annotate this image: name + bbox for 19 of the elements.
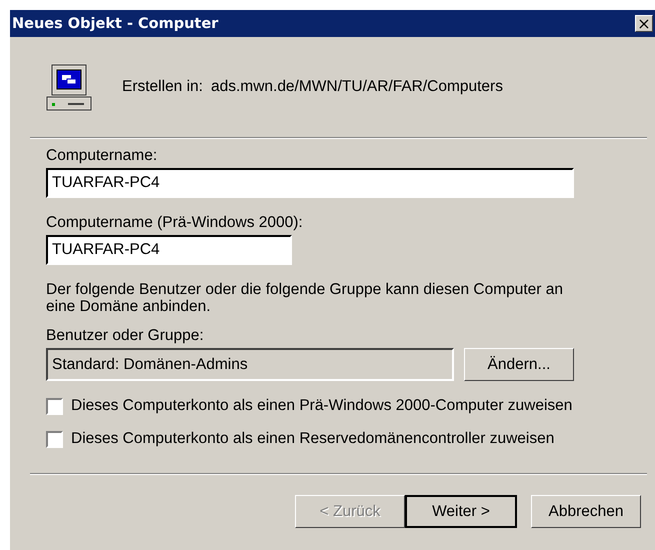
change-button[interactable]: Ändern... — [464, 348, 574, 381]
checkbox[interactable] — [46, 398, 63, 414]
computer-icon — [46, 63, 92, 111]
container-path: ads.mwn.de/MWN/TU/AR/FAR/Computers — [210, 78, 503, 96]
computer-name-field[interactable]: TUARFAR-PC4 — [46, 235, 292, 265]
checkbox-label: Dieses Computerkonto als einen Prä-Windows 2000-Computer zuweisen — [71, 397, 572, 415]
window-title: Neues Objekt - Computer — [12, 16, 218, 32]
field-label: Computername (Prä-Windows 2000): — [46, 214, 304, 232]
checkbox-label: Dieses Computerkonto als einen Reservedomänencontroller zuweisen — [71, 430, 554, 448]
wizard-button[interactable]: Weiter > — [405, 495, 517, 528]
create-in-label: Erstellen in: — [122, 78, 203, 96]
wizard-button[interactable]: Abbrechen — [531, 495, 641, 528]
computer-name-field[interactable]: TUARFAR-PC4 — [46, 168, 574, 198]
field-label: Computername: — [46, 147, 158, 165]
field-label: Benutzer oder Gruppe: — [46, 327, 205, 345]
close-button[interactable]: × — [635, 15, 653, 32]
description-text: Der folgende Benutzer oder die folgende Gruppe kann diesen Computer an eine Domäne anbinden. — [46, 281, 564, 315]
group-field[interactable]: Standard: Domänen-Admins — [46, 348, 454, 381]
checkbox[interactable] — [46, 430, 63, 448]
